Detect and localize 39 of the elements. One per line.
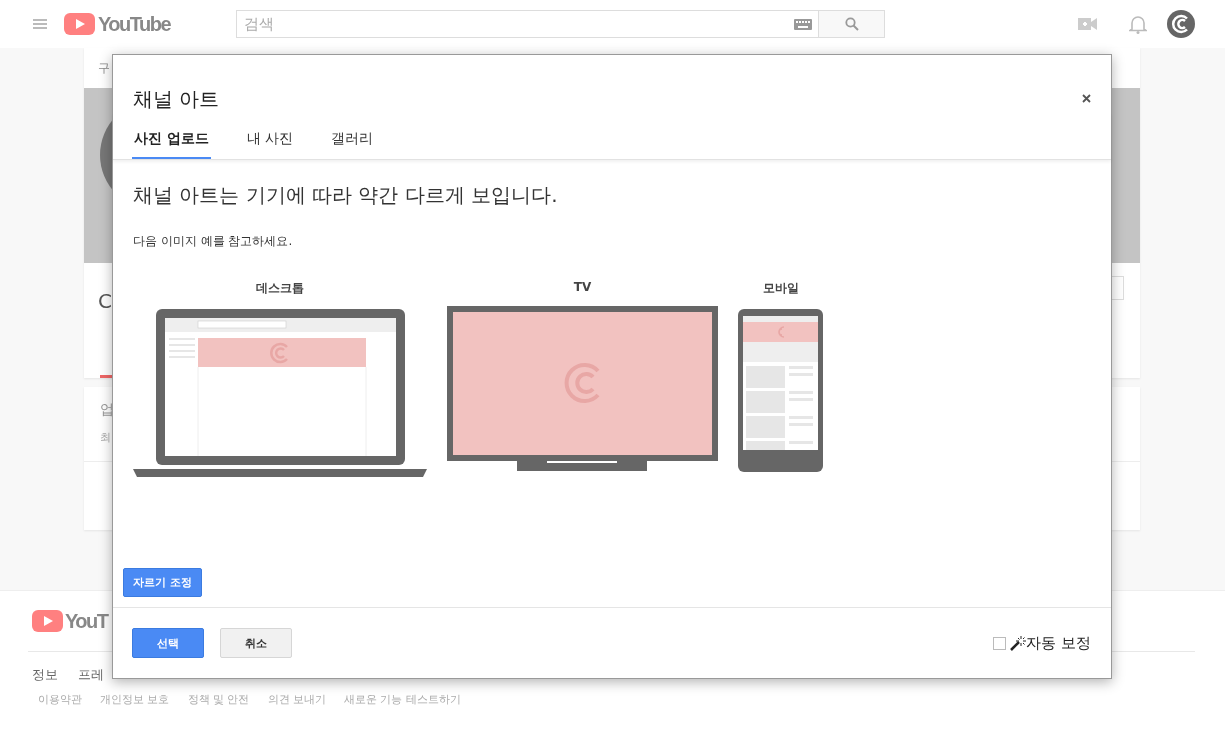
device-label: 데스크톱 (256, 280, 304, 297)
search-icon (844, 17, 859, 31)
search-field[interactable]: 검색 (236, 10, 820, 38)
close-icon (1082, 93, 1091, 103)
play-icon[interactable] (64, 13, 95, 35)
crop-button[interactable]: 자르기 조정 (123, 568, 202, 597)
footer-link[interactable]: 이용약관 (38, 692, 82, 707)
heading: 채널 아트는 기기에 따라 약간 다르게 보입니다. (133, 182, 558, 209)
magic-wand-icon (1010, 635, 1027, 651)
description: 다음 이미지 예를 참고하세요. (133, 233, 293, 250)
bell-icon[interactable] (1129, 14, 1147, 34)
logo-text[interactable]: YouT (65, 609, 108, 633)
tab[interactable]: 갤러리 (329, 113, 376, 159)
footer-link[interactable]: 프레 (78, 666, 104, 684)
section-text: 최 (100, 430, 111, 445)
channel-name: C (98, 289, 112, 313)
search-button[interactable] (819, 10, 886, 38)
device-label: TV (573, 280, 592, 294)
logo-text[interactable]: YouTube (98, 12, 171, 36)
menu-icon[interactable] (33, 19, 47, 29)
tab[interactable]: 사진 업로드 (132, 113, 211, 159)
play-icon[interactable] (32, 610, 63, 632)
dialog-title: 채널 아트 (133, 86, 220, 113)
footer-link[interactable]: 정보 (32, 666, 58, 684)
footer-link[interactable]: 정책 및 안전 (187, 692, 250, 707)
device-label: 모바일 (762, 280, 799, 297)
footer-link[interactable]: 의견 보내기 (267, 692, 326, 707)
tab[interactable]: 내 사진 (244, 113, 296, 159)
checkbox[interactable] (993, 636, 1007, 650)
select-button[interactable]: 선택 (132, 628, 204, 658)
video-camera-icon[interactable] (1078, 18, 1097, 30)
avatar-icon[interactable] (1167, 10, 1195, 38)
checkbox-label[interactable]: 자동 보정 (1026, 633, 1091, 653)
section-title: 업 (100, 401, 114, 419)
tab-label: 구 (98, 59, 110, 77)
keyboard-icon[interactable] (794, 19, 813, 30)
footer-link[interactable]: 새로운 기능 테스트하기 (344, 692, 461, 707)
footer-link[interactable]: 개인정보 보호 (100, 692, 170, 707)
cancel-button[interactable]: 취소 (220, 628, 292, 658)
